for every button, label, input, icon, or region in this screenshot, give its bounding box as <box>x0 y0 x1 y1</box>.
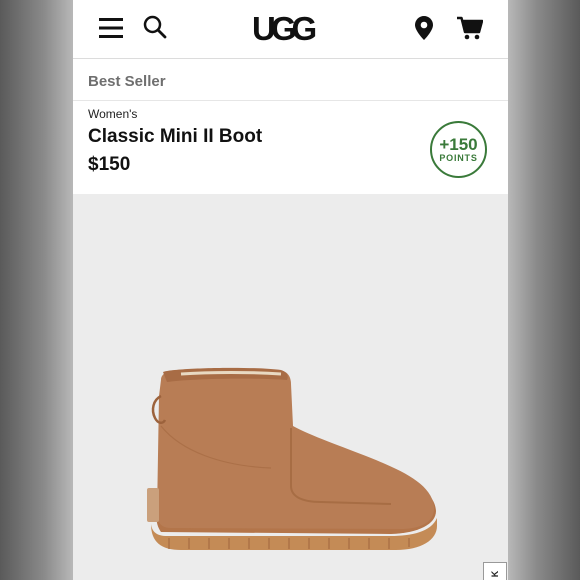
background-left <box>0 0 73 580</box>
product-price: $150 <box>88 154 131 175</box>
product-image-area[interactable] <box>73 194 508 580</box>
product-info-panel: Best Seller Women's Classic Mini II Boot… <box>73 59 508 194</box>
product-category: Women's <box>88 107 138 121</box>
brand-logo-text: UGG <box>252 10 316 47</box>
boot-product-image[interactable] <box>141 366 441 556</box>
cart-icon[interactable] <box>456 14 484 42</box>
corner-tag[interactable]: K <box>483 562 507 580</box>
background-right <box>508 0 580 580</box>
location-pin-icon[interactable] <box>412 14 436 42</box>
menu-icon[interactable] <box>97 14 125 42</box>
product-title: Classic Mini II Boot <box>88 126 263 147</box>
top-navigation-bar: UGG <box>73 0 508 59</box>
mobile-page: UGG Best Seller Women's Classic Mini II … <box>73 0 508 580</box>
ugg-logo[interactable]: UGG <box>248 8 338 48</box>
points-label: POINTS <box>439 152 478 163</box>
reward-points-badge[interactable]: +150 POINTS <box>430 121 487 178</box>
divider <box>73 100 508 101</box>
best-seller-label: Best Seller <box>88 73 166 90</box>
points-value: +150 <box>439 134 478 154</box>
search-icon[interactable] <box>141 13 169 41</box>
